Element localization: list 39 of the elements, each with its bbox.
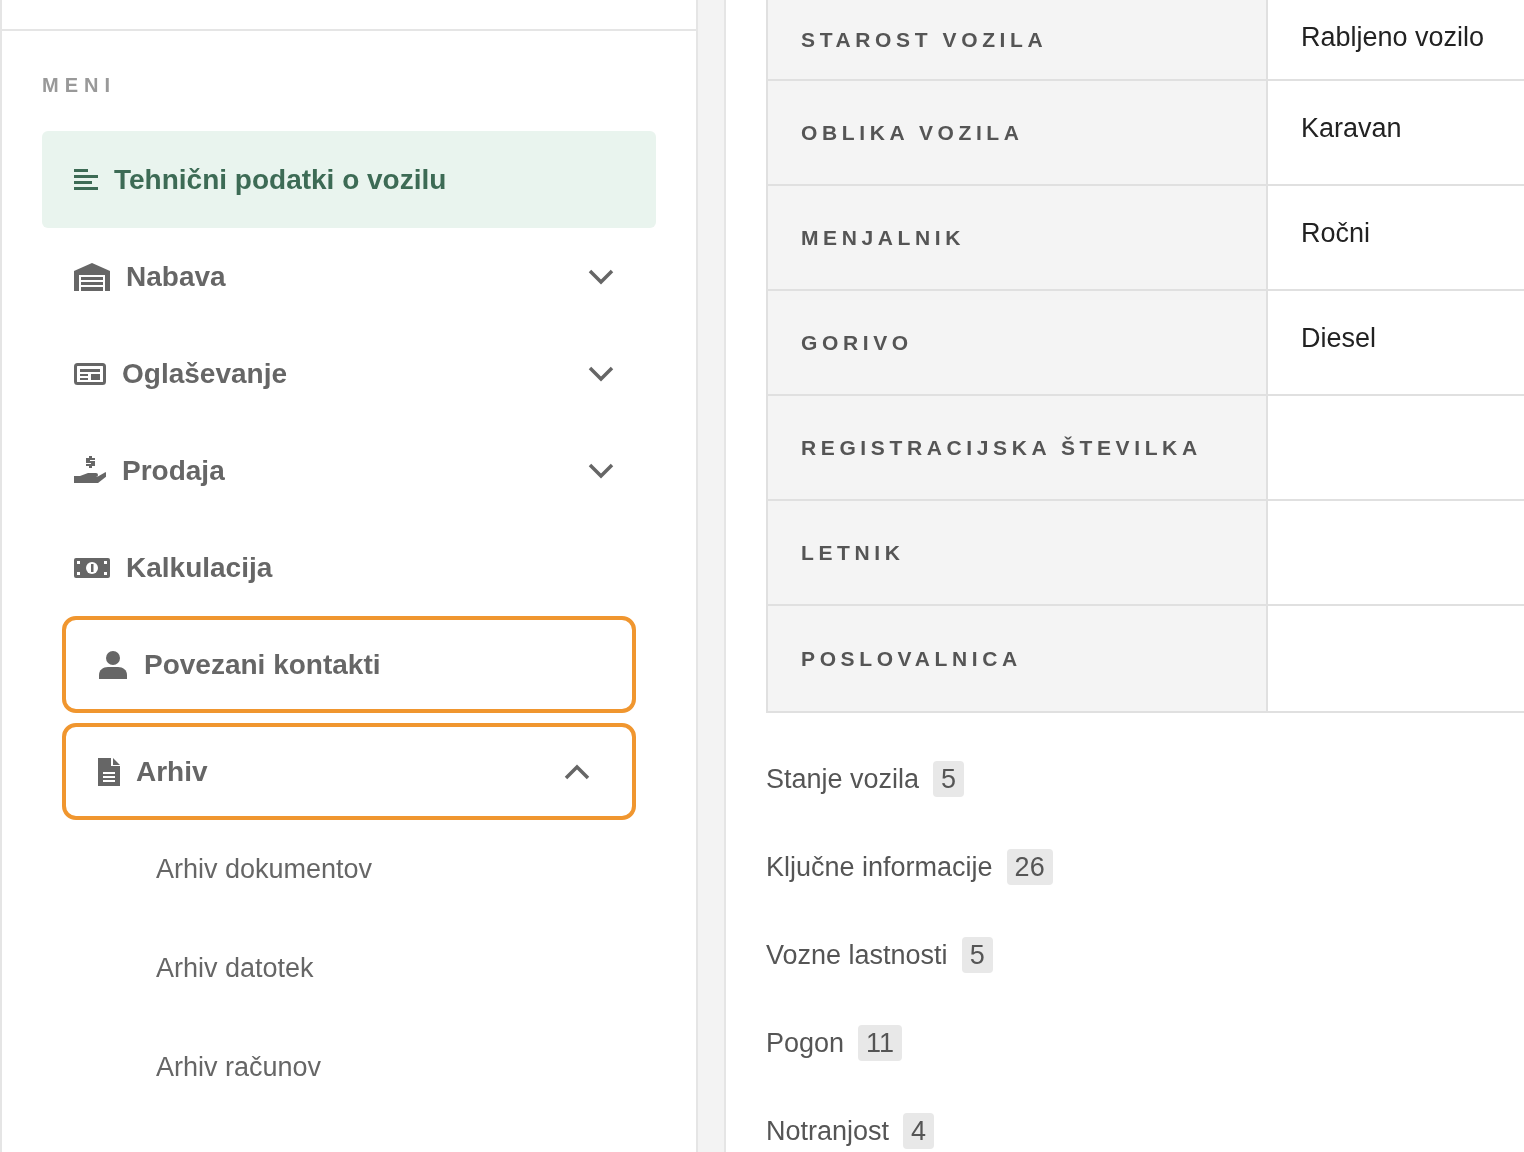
section-link[interactable]: Vozne lastnosti	[766, 934, 948, 976]
list-icon	[74, 167, 100, 192]
submenu-item[interactable]: Arhiv računov	[42, 1018, 656, 1117]
section-link[interactable]: Ključne informacije	[766, 846, 993, 888]
document-icon	[98, 757, 120, 786]
count-badge: 26	[1006, 849, 1053, 885]
count-badge: 11	[858, 1025, 903, 1061]
count-badge: 5	[961, 937, 993, 973]
submenu-item[interactable]: Arhiv datotek	[42, 919, 656, 1018]
row-label: REGISTRACIJSKA ŠTEVILKA	[768, 396, 1268, 499]
row-label: POSLOVALNICA	[768, 606, 1268, 711]
garage-icon	[74, 262, 110, 291]
banknote-icon	[74, 557, 110, 578]
section-link[interactable]: Notranjost	[766, 1110, 890, 1152]
menu-item[interactable]: Kalkulacija	[42, 519, 656, 616]
row-label: GORIVO	[768, 291, 1268, 394]
section-link[interactable]: Stanje vozila	[766, 758, 920, 800]
row-label: MENJALNIK	[768, 186, 1268, 289]
menu-item[interactable]: Nabava	[42, 228, 656, 325]
row-label: OBLIKA VOZILA	[768, 81, 1268, 184]
row-value: Karavan	[1301, 112, 1402, 146]
count-badge: 4	[903, 1113, 935, 1149]
section-link[interactable]: Pogon	[766, 1022, 845, 1064]
row-value: Diesel	[1301, 322, 1377, 356]
menu-item[interactable]: Povezani kontakti	[62, 616, 636, 713]
menu-item[interactable]: Arhiv	[62, 723, 636, 820]
menu-heading: MENI	[42, 73, 117, 97]
row-value: Ročni	[1301, 217, 1371, 251]
user-icon	[98, 650, 128, 679]
newspaper-icon	[74, 362, 106, 385]
menu-item[interactable]: Tehnični podatki o vozilu	[42, 131, 656, 228]
row-label: STAROST VOZILA	[768, 0, 1268, 79]
row-value: Rabljeno vozilo	[1301, 21, 1485, 55]
count-badge: 5	[933, 761, 965, 797]
menu-item[interactable]: Prodaja	[42, 422, 656, 519]
menu-item[interactable]: Oglaševanje	[42, 325, 656, 422]
row-label: LETNIK	[768, 501, 1268, 604]
hand-dollar-icon	[74, 455, 106, 486]
submenu-item[interactable]: Arhiv dokumentov	[42, 820, 656, 919]
